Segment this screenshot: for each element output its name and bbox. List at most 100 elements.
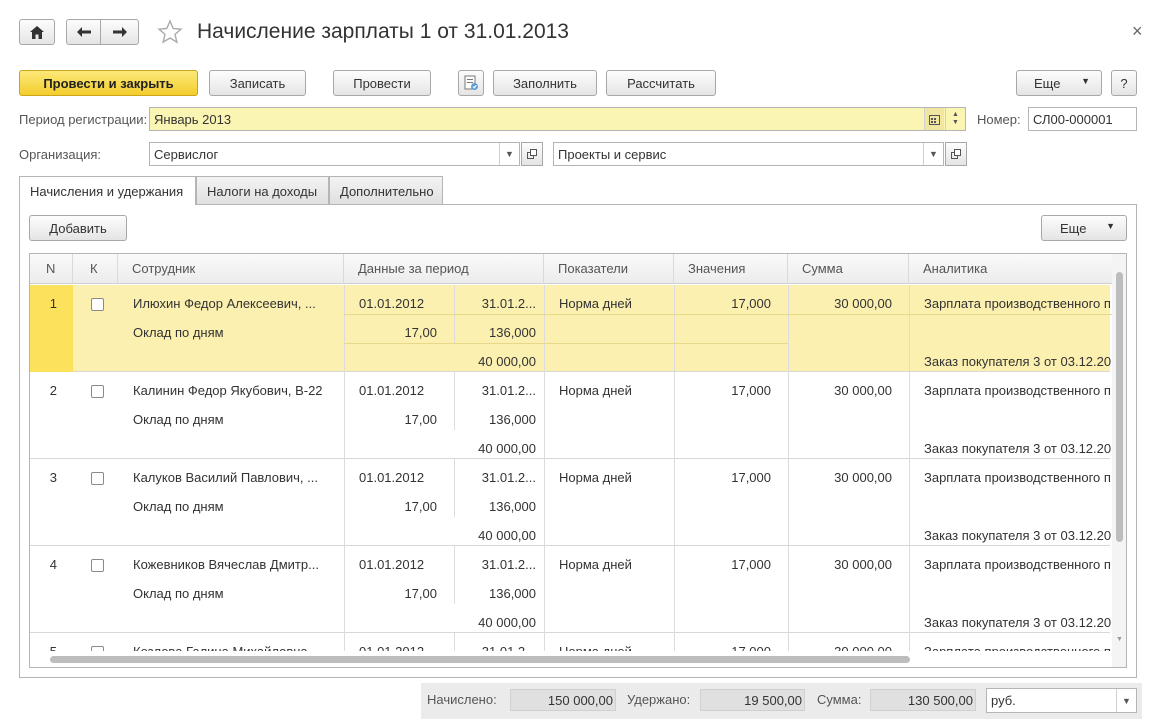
caret-down-icon: ▼ — [505, 149, 514, 159]
currency-dropdown-button[interactable]: ▼ — [1116, 689, 1136, 712]
hours-worked: 136,000 — [489, 586, 536, 601]
date-to: 31.01.2... — [481, 383, 536, 398]
analytics-order: Заказ покупателя 3 от 03.12.20 — [924, 528, 1112, 543]
employee-name: Калуков Василий Павлович, ... — [133, 470, 318, 485]
caret-down-icon: ▼ — [1081, 76, 1090, 86]
favorite-star-button[interactable] — [157, 19, 183, 45]
post-and-close-button[interactable]: Провести и закрыть — [19, 70, 198, 96]
tab-income-taxes[interactable]: Налоги на доходы — [196, 176, 329, 204]
star-icon — [157, 19, 183, 44]
column-header-employee[interactable]: Сотрудник — [118, 254, 344, 284]
open-icon — [951, 149, 961, 159]
sub-row-separator — [674, 343, 788, 344]
accrued-value: 150 000,00 — [510, 689, 616, 711]
row-checkbox[interactable] — [91, 298, 104, 311]
indicator-name: Норма дней — [559, 557, 632, 572]
caret-down-icon: ▼ — [1106, 221, 1115, 231]
column-separator — [909, 285, 910, 372]
analytics-cost-item: Зарплата производственного п — [924, 557, 1111, 572]
spin-down-icon: ▼ — [952, 119, 959, 126]
employee-name: Илюхин Федор Алексеевич, ... — [133, 296, 316, 311]
column-header-values[interactable]: Значения — [674, 254, 788, 284]
organization-open-button[interactable] — [521, 142, 543, 166]
withheld-value: 19 500,00 — [700, 689, 805, 711]
indicator-name: Норма дней — [559, 296, 632, 311]
organization-dropdown-button[interactable]: ▼ — [499, 143, 519, 165]
number-field[interactable]: СЛ00-000001 — [1028, 107, 1137, 131]
department-dropdown-button[interactable]: ▼ — [923, 143, 943, 165]
hours-worked: 136,000 — [489, 325, 536, 340]
table-row[interactable]: 2 Калинин Федор Якубович, В-22 Оклад по дн… — [30, 372, 1111, 459]
accruals-table[interactable]: N К Сотрудник Данные за период Показател… — [29, 253, 1127, 668]
accrual-result: 40 000,00 — [478, 441, 536, 456]
analytics-cost-item: Зарплата производственного п — [924, 470, 1111, 485]
organization-field[interactable]: Сервислог ▼ — [149, 142, 520, 166]
column-header-analytics[interactable]: Аналитика — [909, 254, 1119, 284]
days-worked: 17,00 — [404, 412, 437, 427]
date-from: 01.01.2012 — [359, 557, 425, 572]
open-icon — [527, 149, 537, 159]
days-worked: 17,00 — [404, 325, 437, 340]
post-button[interactable]: Провести — [333, 70, 431, 96]
scroll-down-icon[interactable]: ▼ — [1116, 636, 1123, 643]
sub-row-separator — [344, 314, 909, 315]
column-header-k[interactable]: К — [73, 254, 118, 284]
home-button[interactable] — [19, 19, 55, 45]
column-separator — [909, 546, 910, 633]
document-icon — [464, 75, 478, 90]
home-icon — [30, 25, 44, 39]
vertical-scrollbar[interactable]: ▼ — [1112, 254, 1126, 667]
table-row[interactable]: 4 Кожевников Вячеслав Дмитр... Оклад по дн… — [30, 546, 1111, 633]
horizontal-scrollbar[interactable] — [30, 651, 1112, 667]
indicator-value: 17,000 — [731, 296, 771, 311]
document-structure-button[interactable] — [458, 70, 484, 96]
row-number: 3 — [49, 470, 57, 485]
column-header-sum[interactable]: Сумма — [788, 254, 909, 284]
date-from: 01.01.2012 — [359, 383, 425, 398]
accrual-type: Оклад по дням — [133, 325, 224, 340]
row-checkbox[interactable] — [91, 472, 104, 485]
date-to: 31.01.2... — [481, 470, 536, 485]
currency-value: руб. — [991, 693, 1016, 708]
help-button[interactable]: ? — [1111, 70, 1137, 96]
department-open-button[interactable] — [945, 142, 967, 166]
add-button[interactable]: Добавить — [29, 215, 127, 241]
horizontal-scrollbar-thumb[interactable] — [50, 656, 910, 663]
period-field[interactable]: Январь 2013 ▲ ▼ — [149, 107, 966, 131]
table-more-button[interactable]: Еще ▼ — [1041, 215, 1127, 241]
analytics-cost-item: Зарплата производственного п — [924, 296, 1111, 311]
more-button[interactable]: Еще ▼ — [1016, 70, 1102, 96]
column-separator — [909, 372, 910, 459]
fill-button[interactable]: Заполнить — [493, 70, 597, 96]
accrual-type: Оклад по дням — [133, 412, 224, 427]
page-title: Начисление зарплаты 1 от 31.01.2013 — [197, 20, 569, 43]
column-separator — [544, 372, 545, 459]
calendar-button[interactable] — [924, 108, 944, 130]
back-button[interactable] — [66, 19, 101, 45]
calculate-button[interactable]: Рассчитать — [606, 70, 716, 96]
row-checkbox[interactable] — [91, 559, 104, 572]
table-row[interactable]: 1 Илюхин Федор Алексеевич, ... Оклад по дн… — [30, 285, 1119, 372]
department-field[interactable]: Проекты и сервис ▼ — [553, 142, 944, 166]
table-row[interactable]: 3 Калуков Василий Павлович, ... Оклад по д… — [30, 459, 1112, 546]
tab-accruals[interactable]: Начисления и удержания — [19, 176, 196, 205]
currency-field[interactable]: руб. ▼ — [986, 688, 1137, 713]
column-header-period-data[interactable]: Данные за период — [344, 254, 544, 284]
employee-name: Кожевников Вячеслав Дмитр... — [133, 557, 319, 572]
column-header-indicators[interactable]: Показатели — [544, 254, 674, 284]
forward-button[interactable] — [100, 19, 139, 45]
period-spin-button[interactable]: ▲ ▼ — [945, 108, 965, 130]
tab-additional[interactable]: Дополнительно — [329, 176, 443, 204]
row-number: 1 — [49, 296, 57, 311]
accrual-result: 40 000,00 — [478, 528, 536, 543]
indicator-name: Норма дней — [559, 383, 632, 398]
vertical-scrollbar-thumb[interactable] — [1116, 272, 1123, 542]
date-from: 01.01.2012 — [359, 470, 425, 485]
date-to: 31.01.2... — [481, 296, 536, 311]
save-button[interactable]: Записать — [209, 70, 306, 96]
indicator-value: 17,000 — [731, 470, 771, 485]
row-checkbox[interactable] — [91, 385, 104, 398]
row-number: 2 — [49, 383, 57, 398]
close-icon[interactable]: × — [1132, 21, 1143, 42]
column-header-n[interactable]: N — [30, 254, 73, 284]
